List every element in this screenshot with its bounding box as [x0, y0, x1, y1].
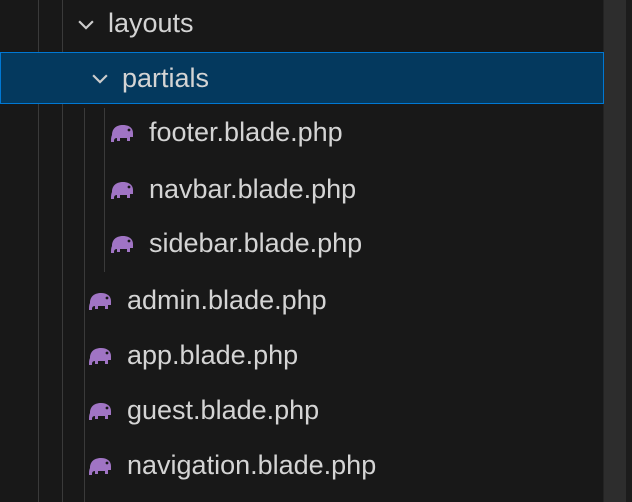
elephant-icon [86, 455, 114, 477]
file-item[interactable]: sidebar.blade.php [0, 215, 604, 272]
elephant-icon [108, 179, 136, 201]
chevron-down-icon [74, 12, 98, 36]
file-item[interactable]: app.blade.php [0, 327, 604, 384]
scrollbar-thumb[interactable] [604, 0, 626, 502]
file-item[interactable]: guest.blade.php [0, 382, 604, 439]
folder-label: layouts [108, 8, 194, 38]
folder-partials[interactable]: partials [0, 52, 604, 104]
chevron-down-icon [88, 66, 112, 90]
folder-layouts[interactable]: layouts [0, 0, 604, 52]
file-explorer: layouts partials footer.blade.php navbar… [0, 0, 632, 502]
elephant-icon [108, 122, 136, 144]
file-label: admin.blade.php [127, 285, 327, 315]
file-item[interactable]: footer.blade.php [0, 104, 604, 161]
elephant-icon [86, 290, 114, 312]
file-label: footer.blade.php [149, 117, 343, 147]
folder-label: partials [122, 62, 210, 93]
file-label: navbar.blade.php [149, 174, 357, 204]
elephant-icon [86, 345, 114, 367]
file-label: app.blade.php [127, 340, 299, 370]
file-label: navigation.blade.php [127, 450, 377, 480]
file-item[interactable]: navbar.blade.php [0, 161, 604, 218]
elephant-icon [108, 233, 136, 255]
file-label: guest.blade.php [127, 395, 320, 425]
file-item[interactable]: admin.blade.php [0, 272, 604, 329]
file-item[interactable]: navigation.blade.php [0, 437, 604, 494]
elephant-icon [86, 400, 114, 422]
file-label: sidebar.blade.php [149, 228, 363, 258]
